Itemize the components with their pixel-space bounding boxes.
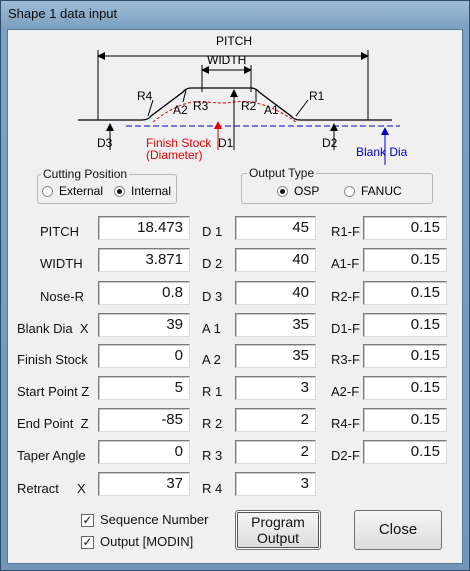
r2-f-input[interactable]: 0.15 xyxy=(363,281,447,305)
thread-profile xyxy=(78,87,392,121)
a1-f-field-label: A1-F xyxy=(331,256,360,271)
d3-field-label: D 3 xyxy=(202,289,223,304)
dialog-window: Shape 1 data input PITCH WIDTH R4 R3 R2 … xyxy=(0,0,470,571)
output-type-title: Output Type xyxy=(247,166,317,180)
r1-f-input[interactable]: 0.15 xyxy=(363,216,447,240)
output-modin-label: Output [MODIN] xyxy=(100,534,194,549)
sequence-number-label: Sequence Number xyxy=(100,512,209,527)
end-point-z-input[interactable]: -85 xyxy=(98,408,190,432)
d1-label: D1 xyxy=(218,136,234,150)
sequence-number-checkbox[interactable]: ✓ xyxy=(81,514,94,527)
program-output-label-line2: Output xyxy=(256,530,300,546)
d1-f-input[interactable]: 0.15 xyxy=(363,313,447,337)
r4-input[interactable]: 3 xyxy=(235,472,316,496)
a2-input[interactable]: 35 xyxy=(235,344,316,368)
a1-input[interactable]: 35 xyxy=(235,313,316,337)
d3-label: D3 xyxy=(97,136,113,150)
a1-label: A1 xyxy=(264,103,279,117)
taper-angle-input[interactable]: 0 xyxy=(98,440,190,464)
a1-field-label: A 1 xyxy=(202,321,221,336)
r2-field-label: R 2 xyxy=(202,416,223,431)
pitch-input[interactable]: 18.473 xyxy=(98,216,190,240)
blank-dia-field-label: Blank Dia X xyxy=(17,321,89,336)
nose-r-field-label: Nose-R xyxy=(40,289,85,304)
close-button[interactable]: Close xyxy=(354,510,442,550)
a2-field-label: A 2 xyxy=(202,352,221,367)
r1-label: R1 xyxy=(309,89,325,103)
r3-field-label: R 3 xyxy=(202,448,223,463)
radio-internal[interactable] xyxy=(114,186,125,197)
d2-input[interactable]: 40 xyxy=(235,248,316,272)
r3-f-field-label: R3-F xyxy=(331,352,360,367)
d2-label: D2 xyxy=(322,136,338,150)
finish-stock-field-label: Finish Stock xyxy=(17,352,88,367)
r3-f-input[interactable]: 0.15 xyxy=(363,344,447,368)
output-modin-checkbox[interactable]: ✓ xyxy=(81,536,94,549)
cutting-position-title: Cutting Position xyxy=(41,167,130,181)
r4-field-label: R 4 xyxy=(202,481,223,496)
end-point-z-field-label: End Point Z xyxy=(17,416,89,431)
pitch-field-label: PITCH xyxy=(40,224,79,239)
r1-input[interactable]: 3 xyxy=(235,376,316,400)
radio-fanuc[interactable] xyxy=(344,186,355,197)
thread-shape-diagram: PITCH WIDTH R4 R3 R2 R1 A2 A1 D3 D1 D2 F… xyxy=(78,34,408,165)
r1-field-label: R 1 xyxy=(202,384,223,399)
program-output-label-line1: Program xyxy=(251,514,305,530)
finish-stock-input[interactable]: 0 xyxy=(98,344,190,368)
radio-external[interactable] xyxy=(42,186,53,197)
d2-f-input[interactable]: 0.15 xyxy=(363,440,447,464)
radio-osp[interactable] xyxy=(277,186,288,197)
r2-label: R2 xyxy=(241,99,257,113)
d3-input[interactable]: 40 xyxy=(235,281,316,305)
title-bar[interactable]: Shape 1 data input xyxy=(1,1,469,29)
a2-f-input[interactable]: 0.15 xyxy=(363,376,447,400)
taper-angle-field-label: Taper Angle xyxy=(17,448,86,463)
r4-label: R4 xyxy=(137,89,153,103)
width-label: WIDTH xyxy=(207,53,246,67)
d2-f-field-label: D2-F xyxy=(331,448,360,463)
r2-f-field-label: R2-F xyxy=(331,289,360,304)
width-input[interactable]: 3.871 xyxy=(98,248,190,272)
blank-dia-label: Blank Dia xyxy=(356,145,408,159)
r4-f-input[interactable]: 0.15 xyxy=(363,408,447,432)
finish-stock-sublabel: (Diameter) xyxy=(146,148,203,162)
a2-label: A2 xyxy=(173,103,188,117)
retract-x-input[interactable]: 37 xyxy=(98,472,190,496)
start-point-z-input[interactable]: 5 xyxy=(98,376,190,400)
r4-f-field-label: R4-F xyxy=(331,416,360,431)
d1-input[interactable]: 45 xyxy=(235,216,316,240)
nose-r-input[interactable]: 0.8 xyxy=(98,281,190,305)
radio-external-label: External xyxy=(59,184,104,198)
blank-dia-input[interactable]: 39 xyxy=(98,313,190,337)
dialog-client-area: PITCH WIDTH R4 R3 R2 R1 A2 A1 D3 D1 D2 F… xyxy=(7,29,463,564)
retract-x-field-label: Retract X xyxy=(17,481,86,496)
radio-fanuc-label: FANUC xyxy=(361,184,402,198)
r3-input[interactable]: 2 xyxy=(235,440,316,464)
r1-f-field-label: R1-F xyxy=(331,224,360,239)
radio-osp-label: OSP xyxy=(294,184,320,198)
program-output-button[interactable]: Program Output xyxy=(235,510,321,550)
start-point-z-field-label: Start Point Z xyxy=(17,384,90,399)
radio-internal-label: Internal xyxy=(131,184,172,198)
r3-label: R3 xyxy=(193,99,209,113)
pitch-label: PITCH xyxy=(216,34,252,48)
window-title: Shape 1 data input xyxy=(8,6,118,21)
a2-f-field-label: A2-F xyxy=(331,384,360,399)
r1-leader xyxy=(295,99,309,117)
d2-field-label: D 2 xyxy=(202,256,223,271)
r2-input[interactable]: 2 xyxy=(235,408,316,432)
width-field-label: WIDTH xyxy=(40,256,83,271)
a1-f-input[interactable]: 0.15 xyxy=(363,248,447,272)
d1-field-label: D 1 xyxy=(202,224,223,239)
d1-f-field-label: D1-F xyxy=(331,321,360,336)
